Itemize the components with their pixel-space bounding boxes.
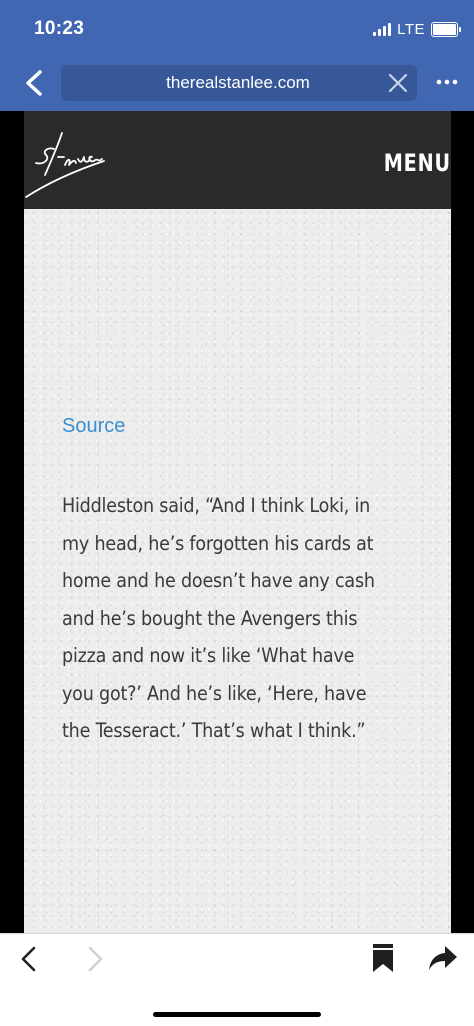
bookmark-icon[interactable] [371,942,395,974]
forward-arrow-icon [88,946,103,972]
network-label: LTE [397,20,425,38]
ellipsis-icon[interactable] [434,72,460,92]
close-icon[interactable] [387,72,409,94]
paragraph-line: home and he doesn’t have any cash [62,569,375,592]
quote-paragraph: Hiddleston said, “And I think Loki, in m… [62,487,432,750]
menu-button[interactable]: MENU [384,149,451,177]
status-indicators: LTE [373,18,461,40]
chevron-left-icon[interactable] [20,66,48,100]
paragraph-line: Hiddleston said, “And I think Loki, in [62,494,371,517]
paragraph-line: pizza and now it’s like ‘What have [62,644,355,667]
battery-icon [431,21,461,37]
source-link[interactable]: Source [62,415,125,438]
url-bar[interactable]: therealstanlee.com [61,65,417,101]
share-icon[interactable] [427,944,459,972]
stan-lee-signature-logo[interactable] [18,127,106,199]
url-text[interactable]: therealstanlee.com [61,73,377,93]
paragraph-line: you got?’ And he’s like, ‘Here, have [62,681,367,705]
browser-chrome: 10:23 LTE therealstanlee.com [0,0,474,111]
paragraph-line: my head, he’s forgotten his cards at [62,531,374,555]
signal-icon [373,22,392,36]
back-arrow-icon[interactable] [18,944,40,974]
paragraph-line: and he’s bought the Avengers this [62,606,358,630]
article-content: Source Hiddleston said, “And I think Lok… [24,209,451,933]
site-header: MENU [24,111,451,209]
browser-toolbar [0,933,474,1026]
status-time: 10:23 [34,18,85,39]
home-indicator[interactable] [153,1012,321,1017]
paragraph-line: the Tesseract.’ That’s what I think.” [62,719,366,742]
